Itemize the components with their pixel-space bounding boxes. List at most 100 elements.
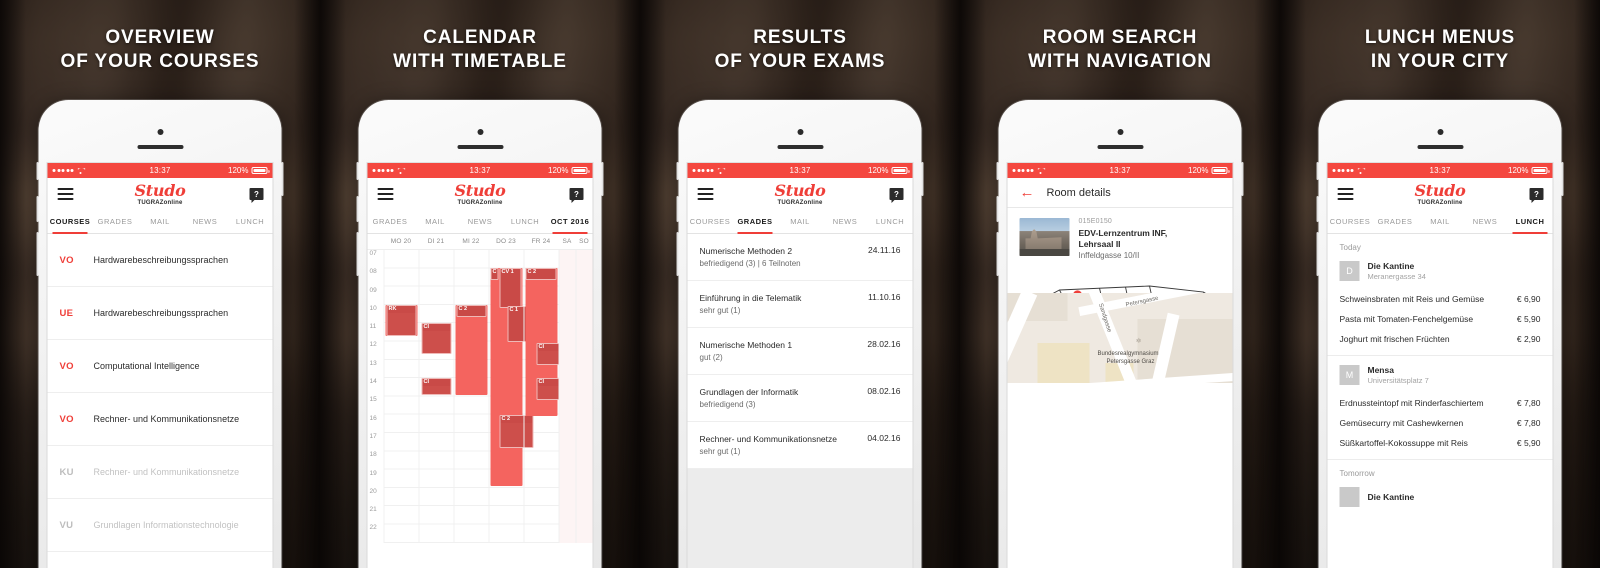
calendar-event-label: CI xyxy=(423,379,430,385)
power-button[interactable] xyxy=(921,162,924,196)
calendar-column-di[interactable]: CI CI xyxy=(418,250,454,543)
tab-bar: COURSES GRADES MAIL NEWS LUNCH xyxy=(47,210,273,234)
menu-icon[interactable] xyxy=(1337,188,1354,200)
grade-list-item[interactable]: Grundlagen der Informatik befriedigend (… xyxy=(687,375,913,422)
tab-grades[interactable]: GRADES xyxy=(368,210,413,233)
help-icon[interactable]: ? xyxy=(569,188,584,203)
course-list-item[interactable]: VO Rechner- und Kommunikationsnetze xyxy=(47,393,273,446)
help-icon[interactable]: ? xyxy=(249,188,264,203)
course-list-item[interactable]: UE Hardwarebeschreibungssprachen xyxy=(47,287,273,340)
tab-lunch[interactable]: LUNCH xyxy=(228,210,273,233)
venue-avatar: D xyxy=(1339,487,1360,507)
course-title: Grundlagen Informationstechnologie xyxy=(93,520,239,530)
venue-header[interactable]: D Die Kantine Meranergasse 34 xyxy=(1328,259,1553,289)
tab-courses[interactable]: COURSES xyxy=(48,210,93,234)
silent-switch[interactable] xyxy=(996,162,999,180)
course-list-item[interactable]: VO Computational Intelligence xyxy=(47,340,273,393)
silent-switch[interactable] xyxy=(676,162,679,180)
tab-courses[interactable]: COURSES xyxy=(1328,210,1373,233)
floor-plan[interactable]: Petersgasse Sandgasse Bundesrealgymnasiu… xyxy=(1007,268,1233,383)
tab-courses[interactable]: COURSES xyxy=(688,210,733,233)
tab-bar: COURSES GRADES MAIL NEWS LUNCH xyxy=(687,210,913,234)
tab-bar: GRADES MAIL NEWS LUNCH OCT 2016 xyxy=(367,210,593,234)
venue-header[interactable]: M Mensa Universitätsplatz 7 xyxy=(1328,356,1553,393)
grade-date: 08.02.16 xyxy=(867,386,901,396)
calendar-column-fr[interactable]: C 2 CI CI xyxy=(523,250,567,543)
venue-name: Die Kantine xyxy=(1367,261,1415,271)
calendar-column-mo[interactable]: RK xyxy=(383,250,419,543)
calendar-event[interactable]: CI xyxy=(421,323,452,354)
silent-switch[interactable] xyxy=(36,162,39,180)
calendar-column-so[interactable] xyxy=(575,250,593,543)
tab-mail[interactable]: MAIL xyxy=(138,210,183,233)
grade-list-item[interactable]: Numerische Methoden 2 befriedigend (3) |… xyxy=(687,234,913,281)
calendar-event[interactable]: CI xyxy=(421,378,452,395)
calendar-day-header: FR 24 xyxy=(531,238,551,245)
silent-switch[interactable] xyxy=(1316,162,1319,180)
back-icon[interactable]: ← xyxy=(1020,185,1035,200)
tab-lunch[interactable]: LUNCH xyxy=(1508,210,1553,234)
help-icon[interactable]: ? xyxy=(889,188,904,203)
calendar-event[interactable]: CV 1 xyxy=(499,268,522,308)
dish-row[interactable]: Joghurt mit frischen Früchten € 2,90 xyxy=(1328,329,1553,349)
tab-lunch[interactable]: LUNCH xyxy=(503,210,548,233)
tab-mail[interactable]: MAIL xyxy=(1418,210,1463,233)
calendar-columns: RK CI CI C 2 C CV 1 C 1 C 2 C 2 CI CI xyxy=(383,250,593,543)
headline-line-2: OF YOUR COURSES xyxy=(60,51,260,72)
calendar-event[interactable]: C xyxy=(490,268,499,280)
course-list-item[interactable]: VU Grundlagen Informationstechnologie xyxy=(47,499,273,552)
help-icon[interactable]: ? xyxy=(1529,188,1544,203)
tab-news[interactable]: NEWS xyxy=(183,210,228,233)
status-bar: 13:37 120% xyxy=(687,163,913,178)
grade-date: 04.02.16 xyxy=(867,433,901,443)
dish-row[interactable]: Erdnussteintopf mit Rinderfaschiertem € … xyxy=(1328,393,1553,413)
course-list-item[interactable]: VO Hardwarebeschreibungssprachen xyxy=(47,234,273,287)
earpiece-speaker xyxy=(777,145,823,149)
dish-row[interactable]: Gemüsecurry mit Cashewkernen € 7,80 xyxy=(1328,413,1553,433)
grade-list-item[interactable]: Numerische Methoden 1 gut (2) 28.02.16 xyxy=(687,328,913,375)
power-button[interactable] xyxy=(1561,162,1564,196)
tab-grades[interactable]: GRADES xyxy=(733,210,778,234)
tab-news[interactable]: NEWS xyxy=(823,210,868,233)
silent-switch[interactable] xyxy=(356,162,359,180)
venue-header[interactable]: D Die Kantine xyxy=(1328,485,1553,515)
tab-grades[interactable]: GRADES xyxy=(1373,210,1418,233)
grade-list-item[interactable]: Einführung in die Telematik sehr gut (1)… xyxy=(687,281,913,328)
tab-lunch[interactable]: LUNCH xyxy=(868,210,913,233)
power-button[interactable] xyxy=(1241,162,1244,196)
tab-grades[interactable]: GRADES xyxy=(93,210,138,233)
calendar-event[interactable]: RK xyxy=(386,305,417,336)
grade-list-item[interactable]: Rechner- und Kommunikationsnetze sehr gu… xyxy=(687,422,913,469)
menu-icon[interactable] xyxy=(377,188,394,200)
tab-news[interactable]: NEWS xyxy=(1463,210,1508,233)
calendar-column-do[interactable]: C CV 1 C 1 C 2 xyxy=(488,250,534,543)
course-list-item[interactable]: KU Rechner- und Kommunikationsnetze xyxy=(47,446,273,499)
grade-result: gut (2) xyxy=(699,353,723,362)
panel-overview-courses: OVERVIEW OF YOUR COURSES 13:37 120% Stud… xyxy=(0,0,320,568)
tab-month[interactable]: OCT 2016 xyxy=(548,210,593,234)
grade-course-title: Numerische Methoden 2 xyxy=(699,246,793,256)
dish-row[interactable]: Schweinsbraten mit Reis und Gemüse € 6,9… xyxy=(1328,289,1553,309)
calendar-column-mi[interactable]: C 2 xyxy=(453,250,489,543)
brand-subtitle: TUGRAZonline xyxy=(777,199,823,206)
menu-icon[interactable] xyxy=(57,188,74,200)
calendar-event-block[interactable] xyxy=(455,305,488,395)
menu-icon[interactable] xyxy=(697,188,714,200)
dish-row[interactable]: Süßkartoffel-Kokossuppe mit Reis € 5,90 xyxy=(1328,433,1553,453)
app-bar: Studo TUGRAZonline ? xyxy=(47,178,273,210)
power-button[interactable] xyxy=(281,162,284,196)
tab-mail[interactable]: MAIL xyxy=(413,210,458,233)
tab-news[interactable]: NEWS xyxy=(458,210,503,233)
calendar-grid[interactable]: 07 08 09 10 11 12 13 14 15 16 17 18 19 2… xyxy=(367,250,593,543)
city-map[interactable]: Petersgasse Sandgasse Bundesrealgymnasiu… xyxy=(1007,293,1233,383)
calendar-event[interactable]: C 2 xyxy=(525,268,557,280)
grade-date: 28.02.16 xyxy=(867,339,901,349)
tab-mail[interactable]: MAIL xyxy=(778,210,823,233)
power-button[interactable] xyxy=(601,162,604,196)
calendar-event[interactable]: C 2 xyxy=(456,305,487,317)
dish-price: € 5,90 xyxy=(1516,438,1541,448)
calendar-column-sa[interactable] xyxy=(558,250,576,543)
dish-price: € 2,90 xyxy=(1516,334,1541,344)
calendar-day-header: MI 22 xyxy=(462,238,480,245)
dish-row[interactable]: Pasta mit Tomaten-Fenchelgemüse € 5,90 xyxy=(1328,309,1553,329)
